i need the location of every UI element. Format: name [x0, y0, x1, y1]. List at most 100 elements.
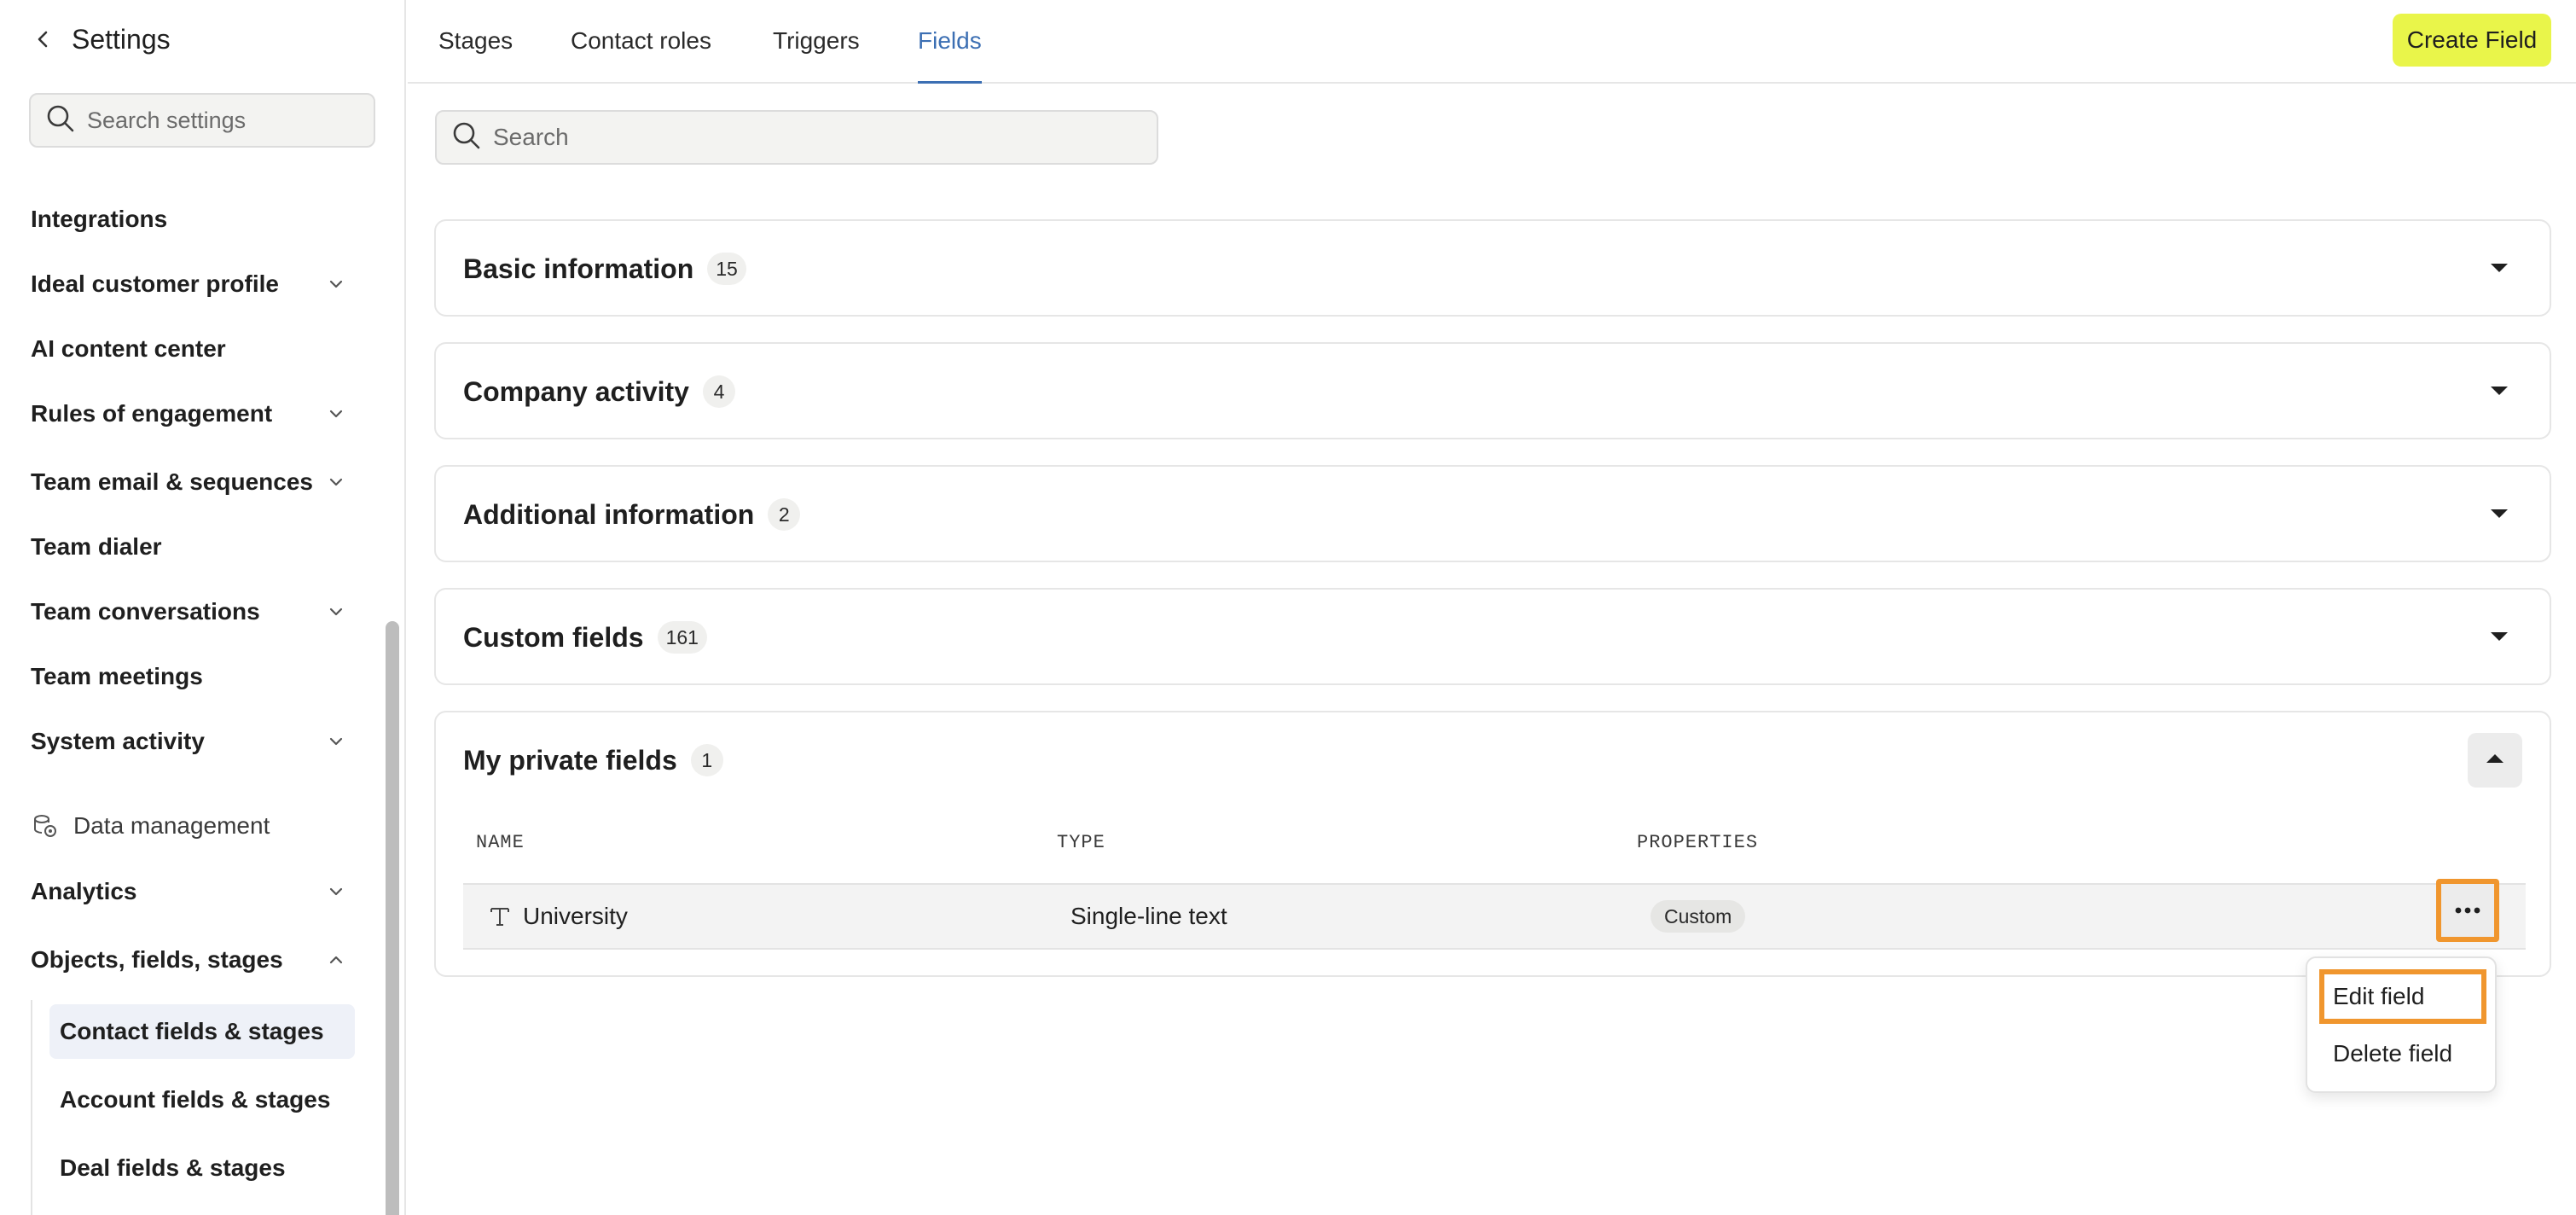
edit-field-menu-item[interactable]: Edit field	[2319, 969, 2486, 1024]
sidebar-section-data-management: Data management	[31, 802, 270, 850]
section-header: Basic information 15	[463, 221, 746, 317]
chevron-down-icon	[326, 404, 346, 424]
delete-field-menu-item[interactable]: Delete field	[2319, 1026, 2486, 1081]
fields-search-placeholder: Search	[493, 124, 569, 150]
sidebar-item-label: Team dialer	[31, 533, 162, 560]
section-title: My private fields	[463, 744, 677, 776]
column-header-type[interactable]: TYPE	[1057, 832, 1105, 853]
sidebar-item-team-meetings[interactable]: Team meetings	[31, 653, 346, 701]
top-tab-bar	[408, 0, 2576, 84]
count-badge: 4	[702, 375, 735, 408]
section-additional-information[interactable]: Additional information 2	[434, 465, 2551, 562]
sidebar-item-label: Team email & sequences	[31, 468, 313, 495]
chevron-down-icon	[326, 472, 346, 492]
chevron-down-icon	[326, 731, 346, 752]
column-header-name[interactable]: NAME	[476, 832, 525, 853]
tab-label: Contact roles	[571, 27, 711, 54]
sidebar-header[interactable]: Settings	[31, 19, 171, 60]
count-badge: 15	[707, 253, 746, 285]
sidebar-scrollbar[interactable]	[386, 621, 399, 1215]
sidebar-item-team-conversations[interactable]: Team conversations	[31, 588, 346, 636]
sidebar-subitem-contact-fields[interactable]: Contact fields & stages	[49, 1004, 355, 1059]
menu-item-label: Delete field	[2333, 1040, 2453, 1067]
table-row[interactable]: University Single-line text Custom	[463, 883, 2526, 950]
sidebar-item-label: Analytics	[31, 878, 137, 904]
sidebar-subitem-label: Account fields & stages	[60, 1086, 331, 1113]
chevron-up-icon	[326, 950, 346, 970]
sidebar-item-team-dialer[interactable]: Team dialer	[31, 523, 346, 571]
tab-fields[interactable]: Fields	[918, 0, 982, 84]
sidebar-item-integrations[interactable]: Integrations	[31, 195, 346, 243]
search-icon	[46, 104, 75, 137]
more-horizontal-icon	[2455, 903, 2480, 918]
sidebar-item-label: Team conversations	[31, 598, 260, 625]
section-basic-information[interactable]: Basic information 15	[434, 219, 2551, 317]
caret-down-icon[interactable]	[2485, 376, 2514, 405]
sidebar-subitem-label: Contact fields & stages	[60, 1018, 324, 1044]
sidebar-item-team-email-sequences[interactable]: Team email & sequences	[31, 458, 346, 506]
fields-search-input[interactable]: Search	[435, 110, 1158, 165]
sidebar-item-ai-content-center[interactable]: AI content center	[31, 325, 346, 373]
sidebar-item-label: Integrations	[31, 206, 168, 232]
caret-down-icon[interactable]	[2485, 253, 2514, 282]
sidebar-item-label: AI content center	[31, 335, 226, 362]
sidebar-subitem-label: Deal fields & stages	[60, 1154, 286, 1181]
collapse-section-button[interactable]	[2468, 733, 2522, 788]
section-header[interactable]: My private fields 1	[463, 712, 723, 808]
settings-search-input[interactable]: Search settings	[29, 93, 375, 148]
sidebar-section-label: Data management	[73, 812, 270, 839]
tab-stages[interactable]: Stages	[438, 0, 513, 82]
chevron-down-icon	[326, 274, 346, 294]
count-badge: 2	[768, 498, 801, 531]
sidebar-item-ideal-customer-profile[interactable]: Ideal customer profile	[31, 260, 346, 308]
sidebar-title: Settings	[72, 23, 171, 55]
caret-down-icon[interactable]	[2485, 499, 2514, 528]
column-header-properties[interactable]: PROPERTIES	[1637, 832, 1758, 853]
sidebar-item-label: Objects, fields, stages	[31, 946, 283, 973]
search-icon	[452, 121, 481, 154]
sidebar-item-objects-fields-stages[interactable]: Objects, fields, stages	[31, 936, 346, 984]
tab-triggers[interactable]: Triggers	[773, 0, 860, 82]
chevron-left-icon[interactable]	[31, 27, 55, 51]
section-header: Custom fields 161	[463, 590, 707, 685]
menu-item-label: Edit field	[2333, 983, 2425, 1009]
section-title: Company activity	[463, 375, 689, 407]
create-field-button[interactable]: Create Field	[2393, 14, 2551, 67]
sidebar-subitem-account-fields[interactable]: Account fields & stages	[49, 1073, 355, 1127]
chevron-down-icon	[326, 602, 346, 622]
sidebar-item-rules-of-engagement[interactable]: Rules of engagement	[31, 390, 346, 438]
field-properties-cell: Custom	[1651, 885, 1746, 948]
data-management-icon	[31, 811, 60, 840]
field-type-cell: Single-line text	[1070, 885, 1227, 948]
row-actions-button[interactable]	[2436, 879, 2499, 942]
caret-down-icon[interactable]	[2485, 622, 2514, 651]
tab-label: Triggers	[773, 27, 860, 54]
section-header: Additional information 2	[463, 467, 801, 562]
sidebar-item-label: System activity	[31, 728, 205, 754]
sidebar-item-analytics[interactable]: Analytics	[31, 868, 346, 916]
subnav-divider	[31, 1000, 32, 1215]
section-custom-fields[interactable]: Custom fields 161	[434, 588, 2551, 685]
count-badge: 161	[657, 621, 707, 654]
section-title: Additional information	[463, 498, 755, 530]
field-name: University	[523, 903, 628, 929]
tab-label: Fields	[918, 27, 982, 54]
chevron-down-icon	[326, 881, 346, 902]
section-company-activity[interactable]: Company activity 4	[434, 342, 2551, 439]
field-type: Single-line text	[1070, 903, 1227, 929]
text-type-icon	[489, 905, 511, 927]
sidebar-item-system-activity[interactable]: System activity	[31, 718, 346, 765]
section-header: Company activity 4	[463, 344, 735, 439]
section-title: Basic information	[463, 253, 694, 284]
sidebar-item-label: Ideal customer profile	[31, 270, 279, 297]
settings-sidebar: Settings Search settings Integrations Id…	[0, 0, 406, 1215]
sidebar-item-label: Team meetings	[31, 663, 203, 689]
section-title: Custom fields	[463, 621, 644, 653]
section-my-private-fields: My private fields 1 NAME TYPE PROPERTIES…	[434, 711, 2551, 977]
count-badge: 1	[690, 744, 723, 776]
sidebar-item-label: Rules of engagement	[31, 400, 273, 427]
tab-contact-roles[interactable]: Contact roles	[571, 0, 711, 82]
sidebar-subitem-deal-fields[interactable]: Deal fields & stages	[49, 1141, 355, 1195]
custom-property-badge: Custom	[1651, 900, 1746, 933]
settings-search-placeholder: Search settings	[87, 107, 247, 133]
